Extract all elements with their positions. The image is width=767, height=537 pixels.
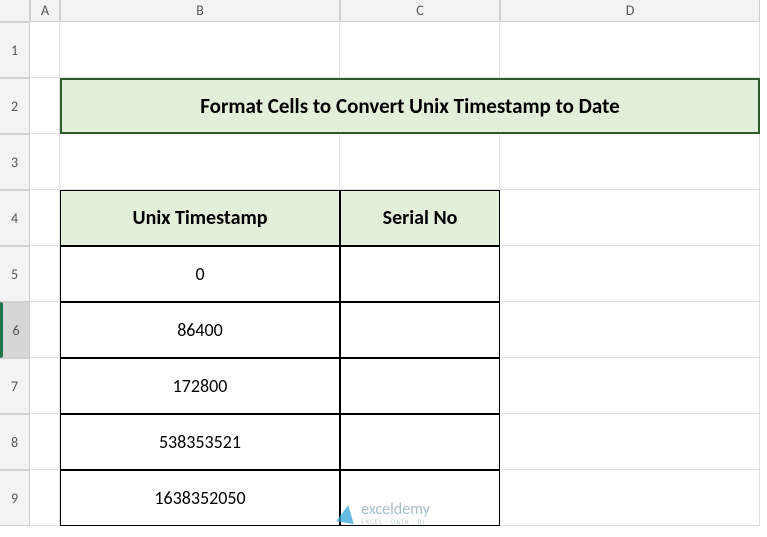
title-cell[interactable]: Format Cells to Convert Unix Timestamp t… (60, 78, 760, 134)
cell-a1[interactable] (30, 22, 60, 78)
cell-b8[interactable]: 538353521 (60, 414, 340, 470)
watermark-icon (336, 503, 357, 524)
select-all-corner[interactable] (0, 0, 30, 22)
row-header-1[interactable]: 1 (0, 22, 30, 78)
row-header-9[interactable]: 9 (0, 470, 30, 526)
cell-c5[interactable] (340, 246, 500, 302)
cell-a7[interactable] (30, 358, 60, 414)
spreadsheet-grid: A B C D 1 2 Format Cells to Convert Unix… (0, 0, 767, 526)
table-header-timestamp[interactable]: Unix Timestamp (60, 190, 340, 246)
cell-d8[interactable] (500, 414, 760, 470)
cell-c7[interactable] (340, 358, 500, 414)
cell-b6[interactable]: 86400 (60, 302, 340, 358)
cell-c8[interactable] (340, 414, 500, 470)
cell-b3[interactable] (60, 134, 340, 190)
col-header-a[interactable]: A (30, 0, 60, 22)
cell-d1[interactable] (500, 22, 760, 78)
watermark: exceldemy EXCEL · DATA · BI (337, 502, 430, 525)
cell-c6[interactable] (340, 302, 500, 358)
watermark-sub: EXCEL · DATA · BI (361, 518, 430, 525)
cell-a2[interactable] (30, 78, 60, 134)
cell-a3[interactable] (30, 134, 60, 190)
col-header-d[interactable]: D (500, 0, 760, 22)
cell-b5[interactable]: 0 (60, 246, 340, 302)
row-header-4[interactable]: 4 (0, 190, 30, 246)
col-header-c[interactable]: C (340, 0, 500, 22)
row-header-6[interactable]: 6 (0, 302, 30, 358)
cell-d3[interactable] (500, 134, 760, 190)
row-header-3[interactable]: 3 (0, 134, 30, 190)
cell-c1[interactable] (340, 22, 500, 78)
cell-b9[interactable]: 1638352050 (60, 470, 340, 526)
col-header-b[interactable]: B (60, 0, 340, 22)
cell-a4[interactable] (30, 190, 60, 246)
cell-a9[interactable] (30, 470, 60, 526)
row-header-8[interactable]: 8 (0, 414, 30, 470)
cell-a8[interactable] (30, 414, 60, 470)
watermark-text: exceldemy EXCEL · DATA · BI (361, 502, 430, 525)
cell-a5[interactable] (30, 246, 60, 302)
cell-c3[interactable] (340, 134, 500, 190)
cell-d6[interactable] (500, 302, 760, 358)
cell-d4[interactable] (500, 190, 760, 246)
row-header-2[interactable]: 2 (0, 78, 30, 134)
cell-b1[interactable] (60, 22, 340, 78)
cell-d9[interactable] (500, 470, 760, 526)
cell-d5[interactable] (500, 246, 760, 302)
row-header-5[interactable]: 5 (0, 246, 30, 302)
cell-a6[interactable] (30, 302, 60, 358)
row-header-7[interactable]: 7 (0, 358, 30, 414)
watermark-main: exceldemy (361, 502, 430, 518)
table-header-serial[interactable]: Serial No (340, 190, 500, 246)
cell-d7[interactable] (500, 358, 760, 414)
cell-b7[interactable]: 172800 (60, 358, 340, 414)
